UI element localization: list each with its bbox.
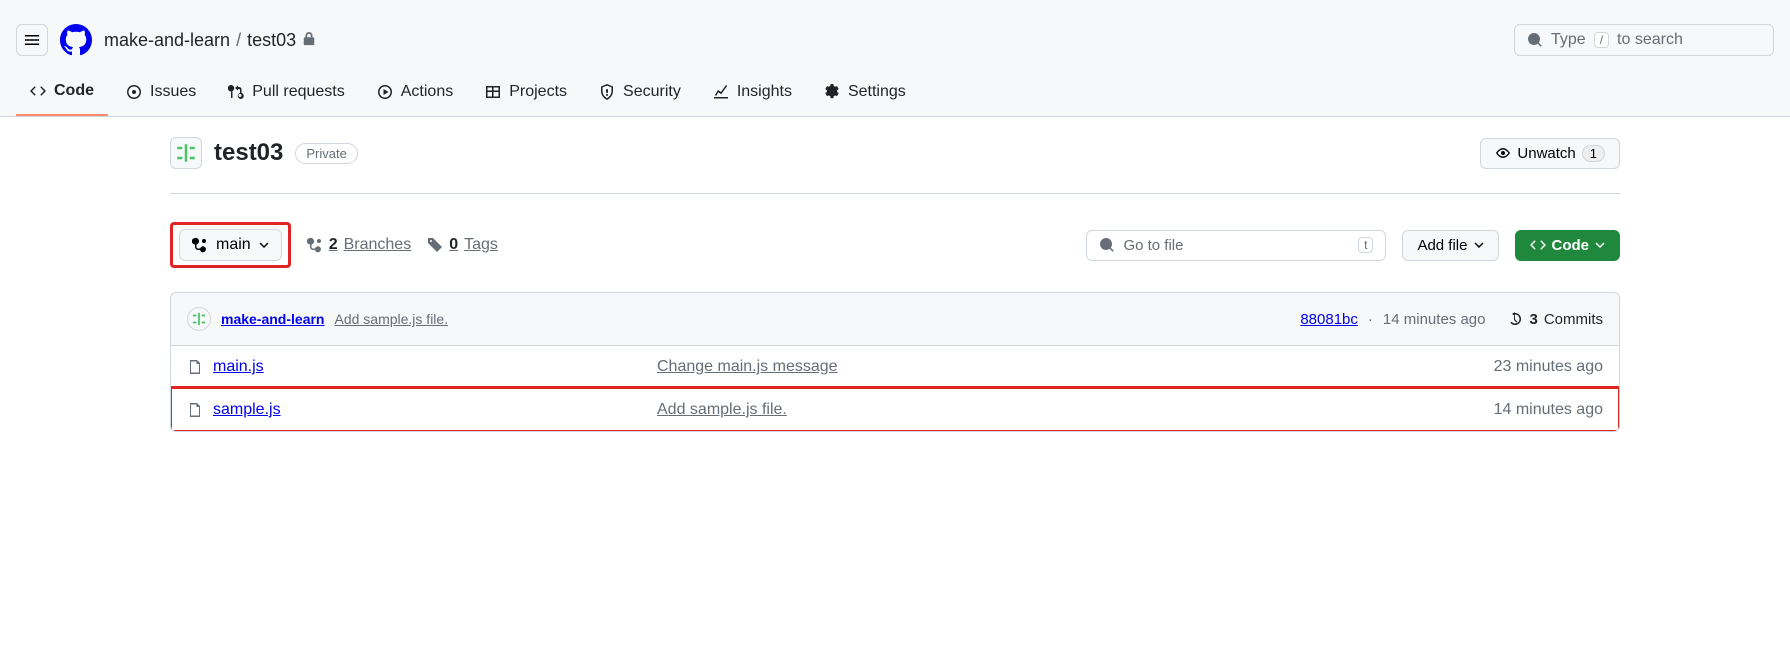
latest-commit-bar: make-and-learn Add sample.js file. 88081… (171, 293, 1619, 345)
tab-settings[interactable]: Settings (810, 72, 920, 116)
tab-label: Security (623, 83, 681, 101)
search-icon (1099, 237, 1115, 253)
repo-tabs: Code Issues Pull requests Actions Projec… (16, 72, 1774, 116)
tab-label: Pull requests (252, 83, 345, 101)
issue-icon (126, 84, 142, 100)
file-name[interactable]: sample.js (213, 401, 281, 419)
search-suffix: to search (1617, 31, 1683, 49)
tags-label: Tags (464, 236, 498, 254)
breadcrumb-repo[interactable]: test03 (247, 30, 296, 51)
file-search-placeholder: Go to file (1123, 237, 1183, 254)
file-list: make-and-learn Add sample.js file. 88081… (170, 292, 1620, 432)
branch-highlight-box: main (170, 222, 291, 268)
tab-label: Actions (401, 83, 453, 101)
gear-icon (824, 84, 840, 100)
branch-name: main (216, 236, 251, 254)
search-prefix: Type (1551, 31, 1586, 49)
menu-icon (24, 32, 40, 48)
commit-message[interactable]: Add sample.js file. (334, 311, 448, 327)
lock-icon (302, 30, 316, 51)
file-time: 23 minutes ago (1494, 358, 1603, 376)
hamburger-menu[interactable] (16, 24, 48, 56)
tab-insights[interactable]: Insights (699, 72, 806, 116)
add-file-button[interactable]: Add file (1402, 230, 1498, 261)
commits-label: Commits (1544, 311, 1603, 328)
code-label: Code (1552, 237, 1590, 254)
tag-icon (427, 237, 443, 253)
code-icon (30, 83, 46, 99)
github-icon (60, 24, 92, 56)
eye-icon (1495, 145, 1511, 161)
github-logo[interactable] (60, 24, 92, 56)
author-avatar (187, 307, 211, 331)
search-icon (1527, 32, 1543, 48)
file-search-kbd: t (1358, 237, 1373, 253)
commits-link[interactable]: 3 Commits (1507, 311, 1603, 328)
file-icon (187, 359, 203, 375)
tab-label: Settings (848, 83, 906, 101)
tab-actions[interactable]: Actions (363, 72, 467, 116)
chevron-down-icon (1474, 240, 1484, 250)
tab-code[interactable]: Code (16, 72, 108, 116)
shield-icon (599, 84, 615, 100)
branches-count: 2 (329, 236, 338, 254)
branch-icon (192, 237, 208, 253)
tags-link[interactable]: 0 Tags (427, 236, 498, 254)
tab-label: Insights (737, 83, 792, 101)
breadcrumb: make-and-learn / test03 (104, 30, 316, 51)
file-name[interactable]: main.js (213, 358, 264, 376)
repo-name: test03 (214, 139, 283, 167)
commit-author[interactable]: make-and-learn (221, 311, 324, 327)
repo-avatar (170, 137, 202, 169)
graph-icon (713, 84, 729, 100)
unwatch-count: 1 (1582, 145, 1605, 162)
search-kbd: / (1594, 32, 1609, 48)
file-search-input[interactable]: Go to file t (1086, 230, 1386, 261)
breadcrumb-owner[interactable]: make-and-learn (104, 30, 230, 51)
branches-link[interactable]: 2 Branches (307, 236, 412, 254)
branches-label: Branches (344, 236, 412, 254)
table-icon (485, 84, 501, 100)
code-button[interactable]: Code (1515, 230, 1621, 261)
file-icon (187, 402, 203, 418)
tab-label: Projects (509, 83, 567, 101)
chevron-down-icon (259, 240, 269, 250)
file-row[interactable]: main.js Change main.js message 23 minute… (171, 345, 1619, 388)
chevron-down-icon (1595, 240, 1605, 250)
tab-security[interactable]: Security (585, 72, 695, 116)
add-file-label: Add file (1417, 237, 1467, 254)
commit-time: 14 minutes ago (1383, 311, 1486, 328)
file-row[interactable]: sample.js Add sample.js file. 14 minutes… (171, 388, 1619, 431)
commit-sha[interactable]: 88081bc (1300, 311, 1358, 328)
tab-issues[interactable]: Issues (112, 72, 210, 116)
unwatch-button[interactable]: Unwatch 1 (1480, 138, 1620, 169)
branch-select-button[interactable]: main (179, 229, 282, 261)
tab-pull-requests[interactable]: Pull requests (214, 72, 359, 116)
code-icon (1530, 237, 1546, 253)
tab-label: Issues (150, 83, 196, 101)
visibility-badge: Private (295, 143, 357, 164)
unwatch-label: Unwatch (1517, 145, 1575, 162)
global-search[interactable]: Type / to search (1514, 24, 1774, 56)
file-commit-message[interactable]: Add sample.js file. (657, 401, 1484, 419)
commits-count: 3 (1529, 311, 1537, 328)
branch-icon (307, 237, 323, 253)
play-icon (377, 84, 393, 100)
dot-separator: · (1368, 311, 1373, 328)
tab-projects[interactable]: Projects (471, 72, 581, 116)
tags-count: 0 (449, 236, 458, 254)
breadcrumb-separator: / (236, 30, 241, 51)
tab-label: Code (54, 82, 94, 100)
file-commit-message[interactable]: Change main.js message (657, 358, 1484, 376)
history-icon (1507, 311, 1523, 327)
pr-icon (228, 84, 244, 100)
file-time: 14 minutes ago (1494, 401, 1603, 419)
